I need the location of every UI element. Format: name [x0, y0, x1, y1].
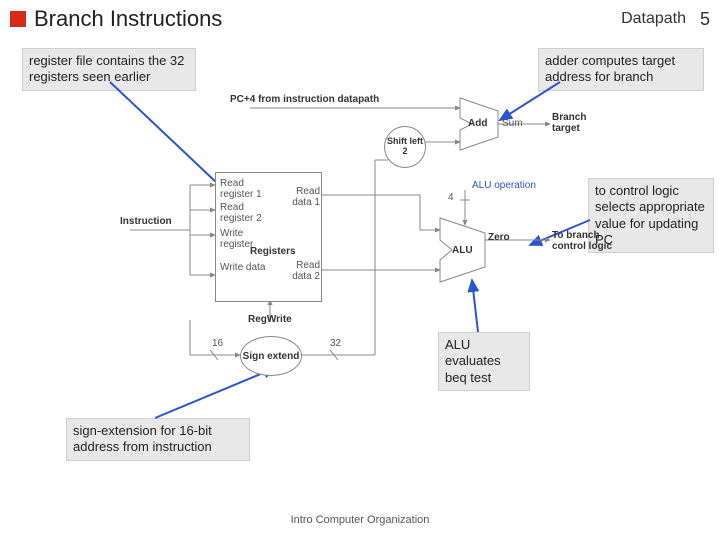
label-to-branch-control: To branch control logic: [552, 230, 612, 252]
accent-square-icon: [10, 11, 26, 27]
label-bits-32: 32: [330, 338, 341, 349]
label-regwrite: RegWrite: [248, 314, 292, 325]
diagram-wires: [120, 90, 590, 410]
sign-extend-block: Sign extend: [240, 336, 302, 376]
label-pc-plus-4: PC+4 from instruction datapath: [230, 94, 379, 105]
label-bits-16: 16: [212, 338, 223, 349]
slide-title: Branch Instructions: [34, 6, 621, 32]
callout-adder: adder computes target address for branch: [538, 48, 704, 91]
label-alu-operation: ALU operation: [472, 180, 536, 191]
label-add: Add: [468, 118, 487, 129]
shift-left-2-block: Shift left 2: [384, 126, 426, 168]
label-write-data: Write data: [220, 262, 270, 273]
label-registers: Registers: [250, 246, 296, 257]
callout-sign-extension: sign-extension for 16-bit address from i…: [66, 418, 250, 461]
label-read-register-1: Read register 1: [220, 178, 270, 200]
slide-header: Branch Instructions Datapath 5: [10, 6, 710, 32]
label-instruction: Instruction: [120, 216, 172, 227]
slide-page-number: 5: [692, 9, 710, 30]
label-sum: Sum: [502, 118, 523, 129]
label-read-data-1: Read data 1: [288, 186, 320, 208]
label-read-register-2: Read register 2: [220, 202, 270, 224]
slide-subtitle: Datapath: [621, 10, 686, 28]
label-alu-op-bits: 4: [448, 192, 454, 203]
label-shift-left-2: Shift left 2: [385, 137, 425, 157]
label-zero: Zero: [488, 232, 510, 243]
branch-datapath-diagram: Read register 1 Read register 2 Write re…: [120, 90, 590, 410]
callout-register-file: register file contains the 32 registers …: [22, 48, 196, 91]
label-branch-target: Branch target: [552, 112, 594, 134]
label-sign-extend: Sign extend: [243, 351, 300, 362]
label-read-data-2: Read data 2: [288, 260, 320, 282]
label-alu: ALU: [452, 245, 473, 256]
slide-footer: Intro Computer Organization: [0, 514, 720, 526]
